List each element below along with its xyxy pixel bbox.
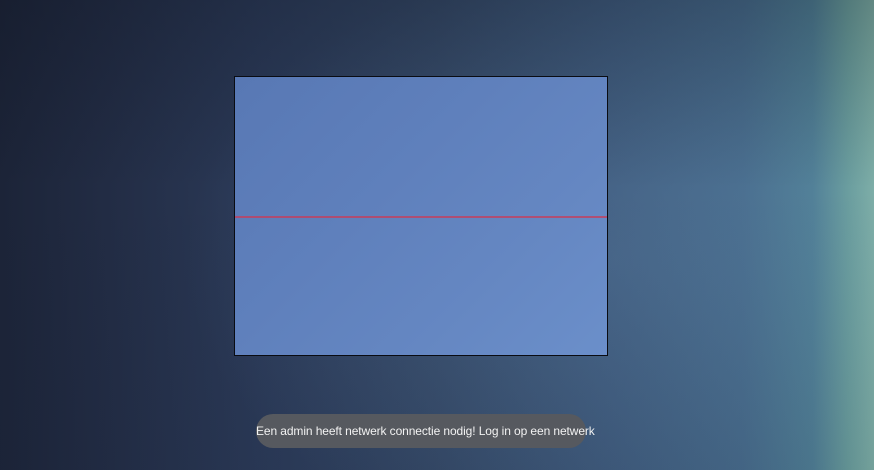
toast-message: Een admin heeft netwerk connectie nodig!… [256,414,595,448]
scan-laser-line [235,216,607,218]
scan-viewfinder [234,76,608,356]
